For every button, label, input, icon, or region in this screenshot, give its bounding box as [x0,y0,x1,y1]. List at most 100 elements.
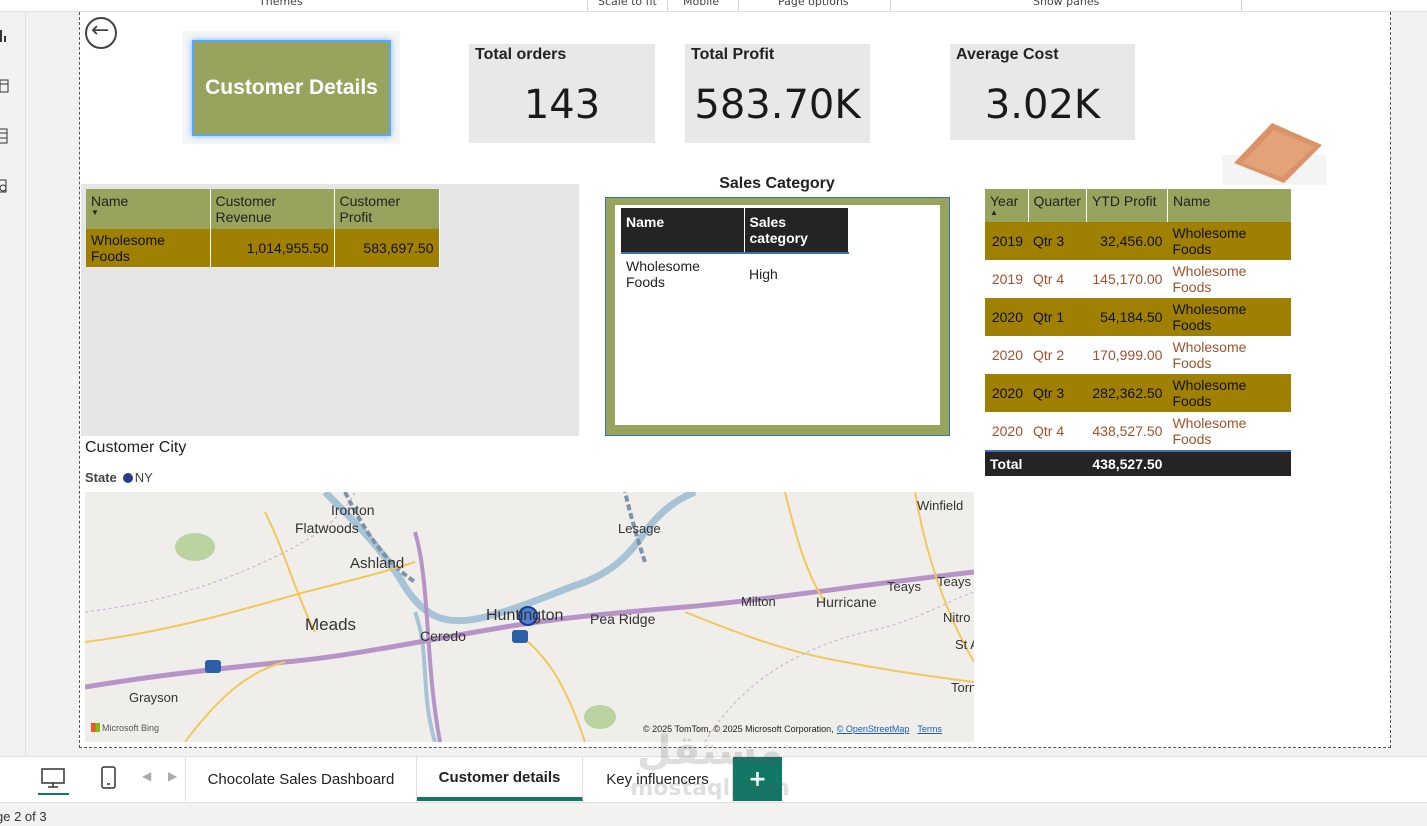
city-label: Hurricane [816,594,877,610]
dax-query-icon[interactable] [0,178,10,194]
header-customer-revenue[interactable]: Customer Revenue [210,189,335,229]
map-legend: State NY [85,470,153,485]
ribbon-themes[interactable]: Themes [259,0,303,8]
tab-customer-details[interactable]: Customer details [417,757,583,801]
ytd-profit-table: Year ▲ Quarter YTD Profit Name 2019 Qtr 3… [985,189,1292,476]
chocolate-image [1222,123,1326,185]
page-indicator: ge 2 of 3 [0,809,47,824]
tab-chocolate-sales-dashboard[interactable]: Chocolate Sales Dashboard [185,757,417,801]
cell-name: Wholesome Foods [626,258,700,290]
header-sales-category[interactable]: Sales category [744,208,849,254]
city-label: Teays [887,579,921,594]
header-quarter[interactable]: Quarter [1028,189,1087,222]
cell-year: 2020 [985,412,1028,451]
kpi-total-orders[interactable]: Total orders 143 [469,44,655,143]
kpi-value: 583.70K [694,82,861,128]
desktop-layout-icon[interactable] [40,767,66,789]
map-visual[interactable]: Ironton Flatwoods Lesage Winfield Ashlan… [85,492,974,742]
sort-desc-icon: ▼ [91,208,99,217]
city-label: Lesage [618,521,661,536]
city-label: Teays [937,574,971,589]
desktop-layout-indicator [38,793,69,795]
openstreetmap-link[interactable]: © OpenStreetMap [837,724,910,734]
cell-profit: 583,697.50 [334,229,440,267]
mobile-layout-icon[interactable] [100,765,118,791]
arrow-left-icon: ← [91,18,110,43]
ribbon-strip: Themes Scale to fit Mobile Page options … [0,0,1427,12]
scroll-left-icon[interactable]: ◀ [142,769,151,783]
table-row[interactable]: 2019 Qtr 3 32,456.00 Wholesome Foods [985,222,1292,260]
kpi-label: Total Profit [691,46,775,63]
total-value: 438,527.50 [1086,450,1168,476]
kpi-total-profit[interactable]: Total Profit 583.70K [685,44,870,143]
sort-asc-icon: ▲ [990,208,998,217]
header-name[interactable]: Name [621,208,745,254]
back-button[interactable]: ← [85,17,117,49]
table-row[interactable]: 2020 Qtr 4 438,527.50 Wholesome Foods [985,412,1292,451]
table-row[interactable]: Wholesome Foods 1,014,955.50 583,697.50 [86,229,440,267]
cell-quarter: Qtr 1 [1028,298,1087,336]
table-row[interactable]: 2020 Qtr 2 170,999.00 Wholesome Foods [985,336,1292,374]
table-row[interactable]: 2019 Qtr 4 145,170.00 Wholesome Foods [985,260,1292,298]
cell-year: 2019 [985,260,1028,298]
kpi-label: Total orders [475,46,567,63]
report-view-icon[interactable] [0,28,10,44]
cell-name: Wholesome Foods [1167,374,1292,412]
cell-year: 2020 [985,374,1028,412]
header-year[interactable]: Year ▲ [985,189,1029,222]
cell-ytd-profit: 282,362.50 [1086,374,1168,412]
customer-details-button[interactable]: Customer Details [192,40,391,136]
cell-name: Wholesome Foods [1167,298,1292,336]
view-rail [0,12,26,756]
microsoft-logo-icon [91,723,100,732]
legend-dot-icon [122,473,133,483]
scroll-right-icon[interactable]: ▶ [168,769,177,783]
cell-quarter: Qtr 2 [1028,336,1087,374]
header-customer-profit[interactable]: Customer Profit [334,189,440,229]
table-row[interactable]: Wholesome Foods High [621,253,848,294]
table-row[interactable]: 2020 Qtr 1 54,184.50 Wholesome Foods [985,298,1292,336]
ribbon-show-panes[interactable]: Show panes [1033,0,1099,8]
interstate-shield-icon [512,630,528,643]
watermark: مستقل mostaql.com [630,728,790,801]
table-view-icon[interactable] [0,78,10,94]
table-row[interactable]: 2020 Qtr 3 282,362.50 Wholesome Foods [985,374,1292,412]
ribbon-mobile[interactable]: Mobile [683,0,719,8]
cell-revenue: 1,014,955.50 [210,229,335,267]
cell-name: Wholesome Foods [1167,336,1292,374]
model-view-icon[interactable] [0,128,10,144]
city-label: St A [955,637,974,652]
cell-year: 2020 [985,336,1028,374]
sales-category-title: Sales Category [719,175,835,192]
cell-quarter: Qtr 4 [1028,260,1087,298]
legend-label: State [85,470,117,485]
total-row: Total 438,527.50 [985,450,1292,476]
cell-ytd-profit: 170,999.00 [1086,336,1168,374]
cell-name: Wholesome Foods [1167,260,1292,298]
city-label: Torn [951,680,974,695]
map-title: Customer City [85,439,187,456]
cell-ytd-profit: 54,184.50 [1086,298,1168,336]
city-label: Ashland [350,555,405,572]
header-name[interactable]: Name [1167,189,1292,222]
header-ytd-profit[interactable]: YTD Profit [1086,189,1168,222]
legend-value: NY [134,470,153,485]
cell-sales-category: High [749,266,778,282]
city-label: Nitro [943,610,971,625]
interstate-shield-icon [205,660,221,673]
ribbon-page-options[interactable]: Page options [778,0,849,8]
header-name[interactable]: Name ▼ [86,189,211,229]
kpi-value: 143 [523,82,601,128]
city-label: Milton [741,594,776,609]
customer-table: Name ▼ Customer Revenue Customer Profit W… [86,189,440,267]
kpi-label: Average Cost [956,46,1059,63]
sales-category-table: Name Sales category Wholesome Foods High [621,208,849,294]
cell-ytd-profit: 32,456.00 [1086,222,1168,260]
cell-quarter: Qtr 4 [1028,412,1087,451]
terms-link[interactable]: Terms [917,724,942,734]
total-label: Total [985,450,1028,476]
ribbon-scale-to-fit[interactable]: Scale to fit [598,0,657,8]
cell-name: Wholesome Foods [1167,412,1292,451]
cell-quarter: Qtr 3 [1028,222,1087,260]
kpi-average-cost[interactable]: Average Cost 3.02K [950,44,1135,140]
